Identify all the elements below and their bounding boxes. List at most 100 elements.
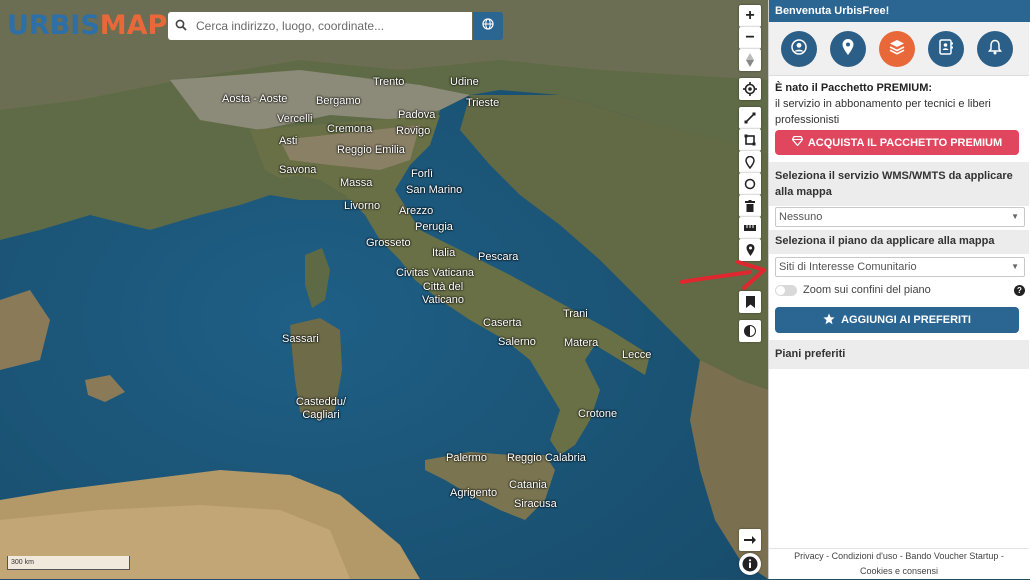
- draw-circle-button[interactable]: [739, 173, 761, 195]
- city-label: Savona: [279, 164, 317, 176]
- city-label: Vercelli: [277, 113, 313, 125]
- zoom-in-button[interactable]: +: [739, 5, 761, 27]
- scale-bar: 300 km: [7, 556, 130, 570]
- globe-icon: [482, 17, 494, 35]
- globe-button[interactable]: [473, 12, 503, 40]
- city-label: Asti: [279, 135, 298, 147]
- urbismap-logo[interactable]: URBISMAP: [7, 10, 167, 41]
- zoom-boundaries-toggle[interactable]: [775, 285, 797, 296]
- city-label: Siracusa: [514, 498, 557, 510]
- city-label: Matera: [564, 337, 599, 349]
- address-book-icon: [939, 38, 953, 60]
- city-label: Casteddu/ Cagliari: [295, 396, 347, 421]
- delete-drawings-button[interactable]: [739, 195, 761, 217]
- city-label: Grosseto: [366, 237, 411, 249]
- city-label: Agrigento: [450, 487, 498, 499]
- tab-notifications[interactable]: [977, 31, 1013, 67]
- search-icon: [168, 19, 194, 34]
- side-panel: Benvenuta UrbisFree! È nato il Pacchetto…: [768, 0, 1030, 579]
- help-icon[interactable]: ?: [1014, 285, 1025, 296]
- city-label: Sassari: [282, 333, 319, 345]
- city-label: Catania: [509, 479, 547, 491]
- city-label: Arezzo: [399, 205, 434, 217]
- premium-text: il servizio in abbonamento per tecnici e…: [775, 98, 991, 126]
- city-label: Italia: [432, 247, 456, 259]
- user-icon: [791, 38, 807, 60]
- crosshair-icon: [743, 82, 757, 96]
- buy-premium-button[interactable]: ACQUISTA IL PACCHETTO PREMIUM: [775, 130, 1019, 155]
- pin-outline-icon: [745, 155, 755, 169]
- arrow-right-icon: [744, 535, 756, 545]
- draw-marker-button[interactable]: [739, 151, 761, 173]
- wms-section-title: Seleziona il servizio WMS/WMTS da applic…: [769, 162, 1029, 206]
- footer-links-line2[interactable]: Cookies e consensi: [769, 564, 1029, 579]
- search-input[interactable]: [194, 18, 468, 34]
- caret-down-icon: ▼: [1011, 212, 1019, 221]
- city-label: Salerno: [498, 336, 536, 348]
- basemap-button[interactable]: [739, 320, 761, 342]
- city-label: Crotone: [578, 408, 618, 420]
- tab-location[interactable]: [830, 31, 866, 67]
- zoom-boundaries-label: Zoom sui confini del piano: [803, 284, 931, 296]
- panel-footer: Privacy - Condizioni d'uso - Bando Vouch…: [769, 548, 1029, 580]
- city-label: Città del Vaticano: [422, 281, 464, 306]
- zoom-boundaries-row: Zoom sui confini del piano ?: [775, 283, 1025, 299]
- add-to-favorites-label: AGGIUNGI AI PREFERITI: [841, 314, 971, 326]
- map-view[interactable]: URBISMAP Trento Udine Aosta - Aoste Berg…: [0, 0, 768, 579]
- add-to-favorites-button[interactable]: AGGIUNGI AI PREFERITI: [775, 307, 1019, 333]
- locate-button[interactable]: [739, 78, 761, 100]
- red-arrow-annotation: [680, 260, 766, 290]
- search-box[interactable]: [168, 12, 472, 40]
- star-icon: [823, 313, 835, 328]
- city-label: Aosta - Aoste: [222, 93, 288, 105]
- wms-select[interactable]: Nessuno ▼: [775, 207, 1025, 227]
- rectangle-icon: [744, 134, 756, 146]
- compass-icon: [746, 53, 754, 67]
- tab-account[interactable]: [781, 31, 817, 67]
- marker-button[interactable]: [739, 239, 761, 261]
- city-label: Pescara: [478, 251, 519, 263]
- globe-half-icon: [744, 325, 756, 337]
- bell-icon: [988, 39, 1002, 60]
- plan-select[interactable]: Siti di Interesse Comunitario ▼: [775, 257, 1025, 277]
- zoom-out-button[interactable]: −: [739, 27, 761, 49]
- city-label: Caserta: [483, 317, 522, 329]
- city-label: Trento: [373, 76, 405, 88]
- circle-icon: [744, 178, 756, 190]
- layers-icon: [889, 39, 905, 60]
- tab-layers[interactable]: [879, 31, 915, 67]
- line-icon: [744, 112, 756, 124]
- city-label: Livorno: [344, 200, 381, 212]
- city-label: Reggio Calabria: [507, 452, 586, 464]
- plan-section-title: Seleziona il piano da applicare alla map…: [769, 230, 1029, 254]
- wms-select-value: Nessuno: [779, 211, 823, 223]
- logo-text-urbis: URBIS: [7, 10, 100, 41]
- ruler-button[interactable]: [739, 217, 761, 239]
- expand-panel-button[interactable]: [739, 529, 761, 551]
- reset-north-button[interactable]: [739, 49, 761, 71]
- footer-links-line1[interactable]: Privacy - Condizioni d'uso - Bando Vouch…: [769, 549, 1029, 564]
- diamond-icon: [791, 135, 804, 149]
- city-label: Lecce: [622, 349, 652, 361]
- city-label: Padova: [398, 109, 436, 121]
- info-icon: [742, 556, 758, 572]
- city-label: Udine: [450, 76, 479, 88]
- logo-text-map: MAP: [99, 10, 168, 41]
- info-button[interactable]: [739, 553, 761, 575]
- pin-icon: [746, 244, 755, 256]
- ruler-icon: [744, 224, 756, 232]
- tab-contacts[interactable]: [928, 31, 964, 67]
- city-label: Trani: [563, 308, 588, 320]
- city-label: Bergamo: [316, 95, 361, 107]
- plan-select-value: Siti di Interesse Comunitario: [779, 261, 917, 273]
- draw-rectangle-button[interactable]: [739, 129, 761, 151]
- panel-header: Benvenuta UrbisFree!: [769, 0, 1030, 22]
- trash-icon: [745, 200, 755, 212]
- city-label: Cremona: [327, 123, 373, 135]
- draw-line-button[interactable]: [739, 107, 761, 129]
- city-label: Civitas Vaticana: [396, 267, 475, 279]
- panel-tabs: [769, 22, 1029, 76]
- city-label: Forlì: [411, 168, 433, 180]
- city-label: San Marino: [406, 184, 463, 196]
- caret-down-icon: ▼: [1011, 262, 1019, 271]
